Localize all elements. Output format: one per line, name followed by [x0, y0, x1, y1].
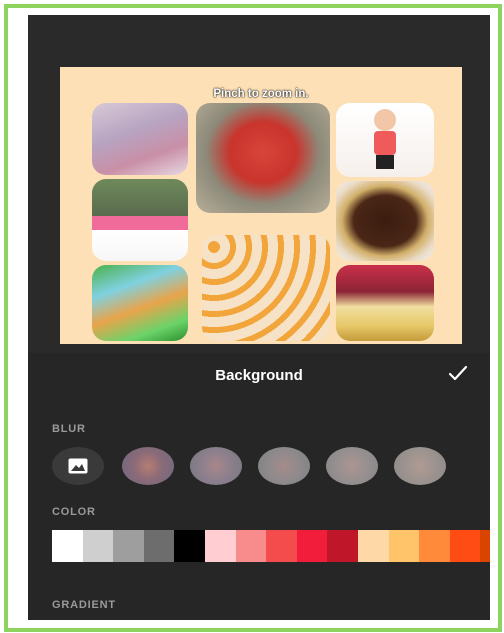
- color-swatch[interactable]: [204, 530, 236, 562]
- blur-options: [52, 447, 490, 487]
- doll-body: [374, 131, 396, 155]
- color-swatch[interactable]: [174, 530, 205, 562]
- collage-tile-doll[interactable]: [336, 103, 434, 177]
- color-swatches: [52, 530, 490, 562]
- gradient-label: GRADIENT: [52, 599, 116, 611]
- color-swatch[interactable]: [266, 530, 297, 562]
- zoom-hint: Pinch to zoom in.: [213, 88, 309, 100]
- pick-image-button[interactable]: [52, 447, 104, 485]
- color-swatch[interactable]: [419, 530, 450, 562]
- panel-title: Background: [215, 367, 303, 384]
- blur-label: BLUR: [52, 423, 86, 435]
- color-swatch[interactable]: [296, 530, 328, 562]
- color-swatch[interactable]: [480, 530, 490, 562]
- color-swatch[interactable]: [388, 530, 420, 562]
- collage-tile-craft[interactable]: [92, 265, 188, 341]
- color-swatch[interactable]: [357, 530, 389, 562]
- checkmark-icon[interactable]: [446, 361, 470, 385]
- collage-tile-pattern[interactable]: [202, 235, 330, 341]
- color-swatch[interactable]: [143, 530, 175, 562]
- background-panel: Background BLUR COLOR GRADIENT: [28, 353, 490, 620]
- collage-tile-heart-cake[interactable]: [196, 103, 330, 213]
- collage-canvas[interactable]: [60, 67, 462, 344]
- color-swatch[interactable]: [52, 530, 83, 562]
- color-swatch[interactable]: [235, 530, 267, 562]
- blur-option-2[interactable]: [190, 447, 242, 485]
- preview-area: Pinch to zoom in.: [28, 15, 490, 353]
- color-swatch[interactable]: [327, 530, 358, 562]
- blur-option-3[interactable]: [258, 447, 310, 485]
- collage-tile-chocolate-cake[interactable]: [336, 181, 434, 261]
- color-swatch[interactable]: [82, 530, 114, 562]
- blur-option-5[interactable]: [394, 447, 446, 485]
- color-label: COLOR: [52, 506, 96, 518]
- doll-legs: [376, 155, 394, 169]
- doll-head: [374, 109, 396, 131]
- app-screen: Pinch to zoom in. Background BLUR COLOR …: [28, 15, 490, 620]
- collage-tile-pizza[interactable]: [336, 265, 434, 341]
- blur-option-1[interactable]: [122, 447, 174, 485]
- blur-option-4[interactable]: [326, 447, 378, 485]
- collage-tile-curtain[interactable]: [92, 179, 188, 261]
- color-swatch[interactable]: [449, 530, 481, 562]
- color-swatch[interactable]: [113, 530, 144, 562]
- image-icon: [68, 458, 88, 474]
- collage-tile-beads[interactable]: [92, 103, 188, 175]
